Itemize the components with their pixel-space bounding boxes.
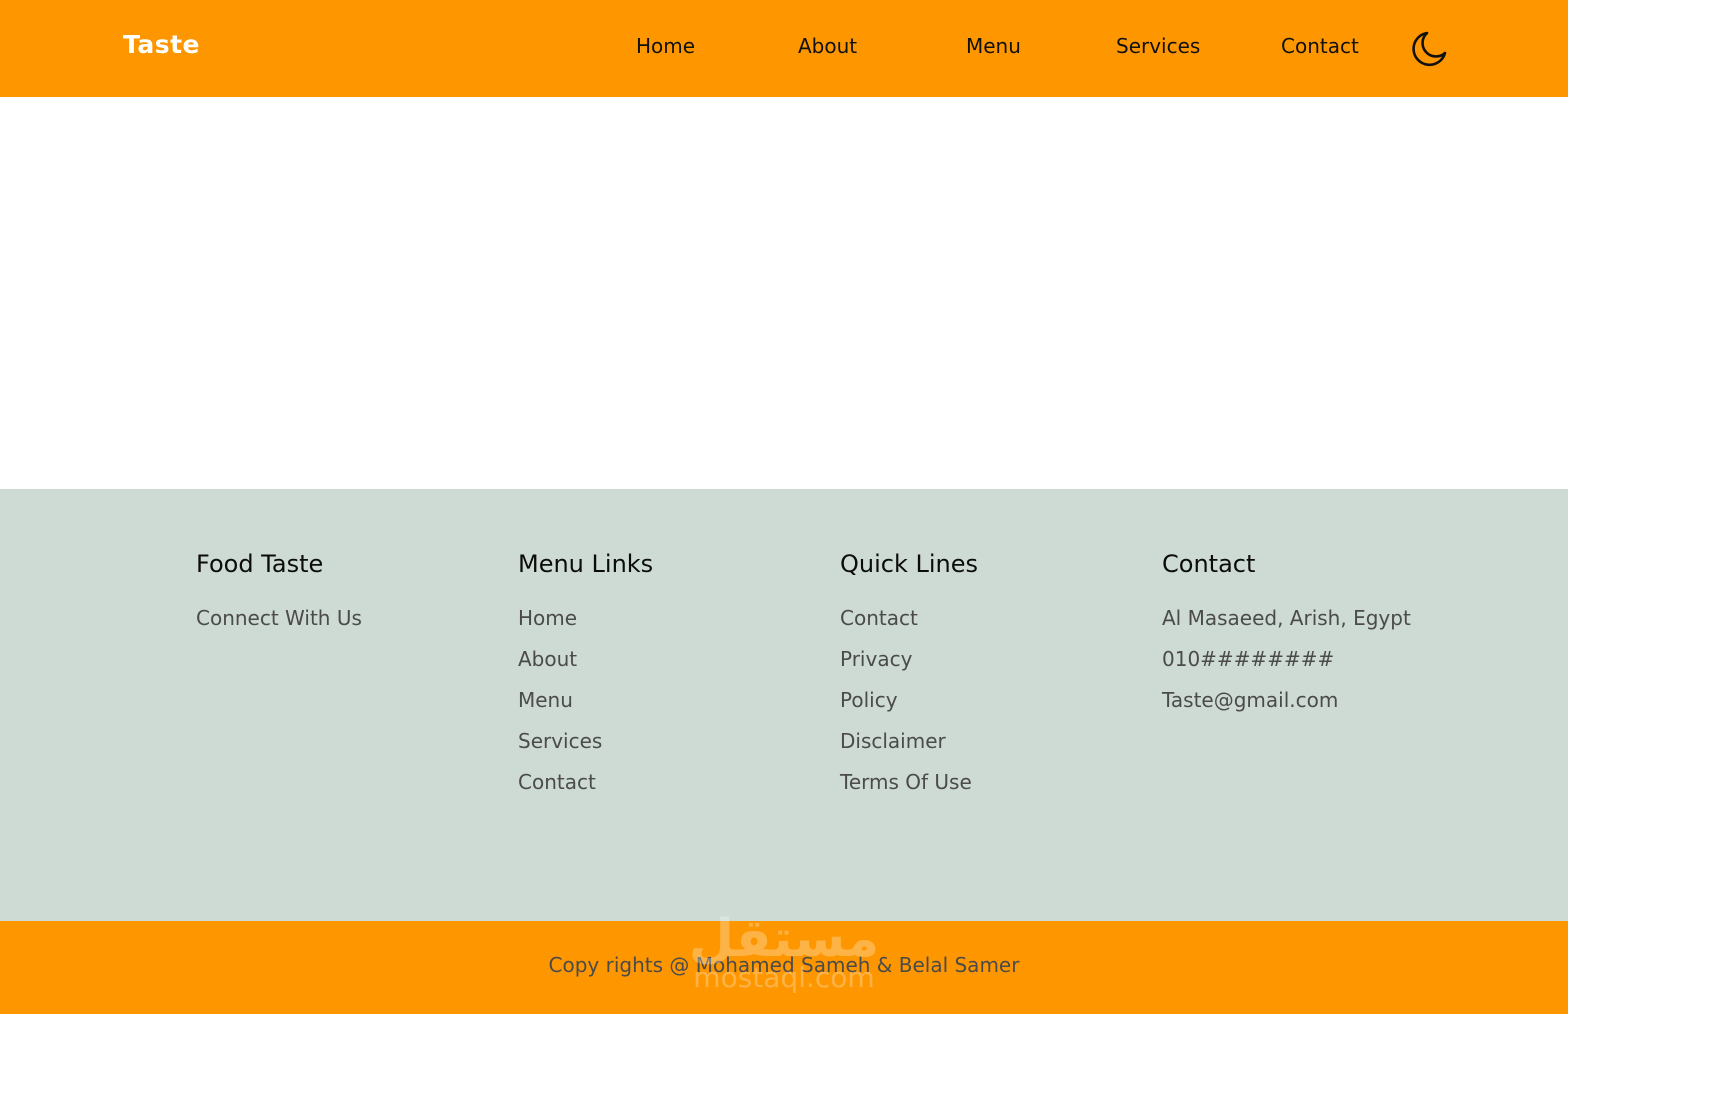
footer-link-contact[interactable]: Contact — [518, 769, 838, 810]
contact-address: Al Masaeed, Arish, Egypt — [1162, 606, 1411, 630]
footer-column-menu-links: Menu Links Home About Menu Services Cont… — [518, 549, 838, 810]
footer-heading-menu-links: Menu Links — [518, 550, 654, 578]
footer-heading-contact: Contact — [1162, 550, 1256, 578]
navbar: Taste Home About Menu Services Contact — [0, 0, 1568, 97]
site-logo[interactable]: Taste — [123, 30, 200, 59]
hero-section — [0, 97, 1568, 489]
footer-link-connect-with-us[interactable]: Connect With Us — [196, 605, 516, 646]
footer-heading-quick-lines: Quick Lines — [840, 550, 979, 578]
nav-link-menu[interactable]: Menu — [966, 34, 1021, 58]
footer-link-policy[interactable]: Policy — [840, 687, 1160, 728]
footer-link-menu[interactable]: Menu — [518, 687, 838, 728]
copyright-bar: Copy rights @ Mohamed Sameh & Belal Same… — [0, 921, 1568, 1014]
contact-phone: 010######## — [1162, 647, 1335, 671]
theme-toggle-button[interactable] — [1409, 29, 1449, 69]
footer-column-contact: Contact Al Masaeed, Arish, Egypt 010####… — [1162, 549, 1482, 728]
footer: Food Taste Connect With Us Menu Links Ho… — [0, 489, 1568, 921]
footer-link-privacy[interactable]: Privacy — [840, 646, 1160, 687]
footer-heading-food-taste: Food Taste — [196, 550, 324, 578]
footer-link-disclaimer[interactable]: Disclaimer — [840, 728, 1160, 769]
footer-link-home[interactable]: Home — [518, 605, 838, 646]
nav-link-home[interactable]: Home — [636, 34, 695, 58]
moon-icon — [1412, 31, 1447, 67]
copyright-text: Copy rights @ Mohamed Sameh & Belal Same… — [548, 953, 1020, 977]
footer-link-services[interactable]: Services — [518, 728, 838, 769]
footer-column-food-taste: Food Taste Connect With Us — [196, 549, 516, 646]
footer-link-contact-quick[interactable]: Contact — [840, 605, 1160, 646]
footer-link-terms-of-use[interactable]: Terms Of Use — [840, 769, 1160, 810]
contact-email-link[interactable]: Taste@gmail.com — [1162, 687, 1482, 728]
footer-link-about[interactable]: About — [518, 646, 838, 687]
nav-link-services[interactable]: Services — [1116, 34, 1200, 58]
nav-link-about[interactable]: About — [798, 34, 857, 58]
footer-column-quick-lines: Quick Lines Contact Privacy Policy Discl… — [840, 549, 1160, 810]
nav-link-contact[interactable]: Contact — [1281, 34, 1359, 58]
